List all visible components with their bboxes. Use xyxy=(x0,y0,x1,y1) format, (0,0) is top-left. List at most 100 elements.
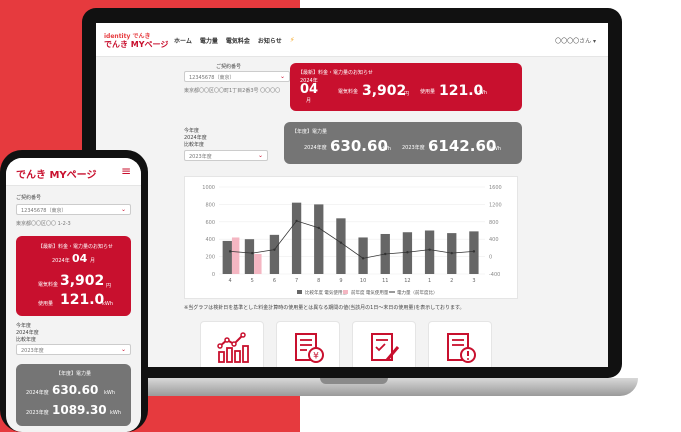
user-menu[interactable]: 〇〇〇〇さん ▾ xyxy=(555,36,596,45)
phone-annual-y1-unit: kWh xyxy=(104,390,116,396)
y2-tick-label: 1600 xyxy=(489,185,502,191)
line-point xyxy=(450,251,453,255)
x-tick-label: 1 xyxy=(428,278,431,284)
phone-fee-value: 3,902 xyxy=(60,273,105,289)
bar-compare-year xyxy=(336,218,346,274)
legend-label: 比較年度 電気使用量 xyxy=(305,289,347,296)
x-tick-label: 4 xyxy=(228,278,231,284)
phone-fee-label: 電気料金 xyxy=(38,282,59,288)
nav-news[interactable]: お知らせ xyxy=(258,36,282,45)
phone-compare-year-select[interactable]: 2023年度 ⌄ xyxy=(16,344,131,355)
contract-label: ご契約番号 xyxy=(216,64,242,70)
phone-header: でんき MYページ ≡ xyxy=(6,158,141,186)
y-tick-label: 800 xyxy=(205,202,215,208)
document-alert-icon xyxy=(447,333,476,363)
phone-fee-unit: 円 xyxy=(106,283,112,289)
line-point xyxy=(472,250,476,253)
usage-chart: 0 200 400 600 800 1000 -400 0 400 800 1200 1600 4 5 6 7… xyxy=(202,185,502,296)
y2-tick-label: 800 xyxy=(489,220,499,226)
laptop-screen: identity でんき でんき MYページ ホーム 電力量 電気料金 お知らせ… xyxy=(96,23,608,367)
y-tick-label: 200 xyxy=(205,255,215,261)
phone-contract-label: ご契約番号 xyxy=(16,195,42,201)
nav-home[interactable]: ホーム xyxy=(174,36,192,45)
bar-prev-year xyxy=(231,237,240,274)
phone-logo[interactable]: でんき MYページ xyxy=(16,166,96,181)
x-tick-label: 11 xyxy=(382,278,388,284)
notice-link[interactable] xyxy=(428,321,492,367)
phone-annual-usage-card: 【年度】電力量 2024年度 630.60 kWh 2023年度 1089.30… xyxy=(16,364,131,426)
y2-tick-label: 0 xyxy=(489,255,492,261)
x-tick-label: 2 xyxy=(450,278,453,284)
x-tick-label: 7 xyxy=(295,278,298,284)
phone-usage-unit: kWh xyxy=(102,301,114,307)
y-tick-label: 400 xyxy=(205,237,215,243)
main-nav: ホーム 電力量 電気料金 お知らせ ⚡ xyxy=(174,36,295,45)
bill-detail-link[interactable]: ¥ xyxy=(276,321,340,367)
contract-number: 12345678（東京） xyxy=(189,75,235,81)
latest-notice-card[interactable]: 【最新】料金・電力量のお知らせ 2024年 04 月 電気料金 3,902 円 … xyxy=(290,63,522,111)
chart-note: ※当グラフは検針日を基準とした料金計算時の使用量とは異なる期間の値(当該月の1日… xyxy=(184,305,465,311)
graph-icon xyxy=(217,332,249,363)
phone-annual-y2-label: 2023年度 xyxy=(26,410,49,416)
contract-edit-link[interactable] xyxy=(352,321,416,367)
svg-text:¥: ¥ xyxy=(313,352,319,362)
annual-y2-value: 6142.60 xyxy=(428,137,497,155)
usage-unit: kWh xyxy=(476,90,488,96)
annual-y1-unit: kWh xyxy=(380,146,392,152)
y-tick-label: 0 xyxy=(212,272,215,278)
bar-compare-year xyxy=(269,234,280,274)
notice-title: 【最新】料金・電力量のお知らせ xyxy=(298,70,373,76)
phone-latest-notice-card[interactable]: 【最新】料金・電力量のお知らせ 2024年 04 月 電気料金 3,902 円 … xyxy=(16,236,131,316)
top-navigation-bar: identity でんき でんき MYページ ホーム 電力量 電気料金 お知らせ… xyxy=(96,23,608,57)
nav-usage[interactable]: 電力量 xyxy=(200,36,218,45)
phone-usage-label: 使用量 xyxy=(38,301,54,307)
line-point xyxy=(406,251,409,254)
y2-tick-label: -400 xyxy=(489,272,500,278)
x-tick-label: 9 xyxy=(339,278,342,284)
line-point xyxy=(251,251,254,255)
fee-unit: 円 xyxy=(404,91,410,97)
legend-swatch xyxy=(343,290,348,294)
bar-compare-year xyxy=(469,231,479,274)
line-point xyxy=(317,226,320,230)
notice-month: 04 xyxy=(300,82,319,97)
fee-label: 電気料金 xyxy=(338,89,359,95)
phone-notice-month-unit: 月 xyxy=(90,258,96,264)
bar-compare-year xyxy=(291,202,302,274)
bar-compare-year xyxy=(424,230,435,274)
compare-year-select[interactable]: 2023年度 ⌄ xyxy=(184,150,268,161)
bolt-icon: ⚡ xyxy=(289,36,295,44)
x-tick-label: 3 xyxy=(472,278,475,284)
contract-select[interactable]: 12345678（東京） ⌄ xyxy=(184,71,290,82)
y-tick-label: 600 xyxy=(205,220,215,226)
line-series xyxy=(230,220,474,259)
phone-annual-y2-value: 1089.30 xyxy=(52,403,107,417)
line-point xyxy=(428,248,431,251)
bar-compare-year xyxy=(244,239,255,274)
annual-y2-label: 2023年度 xyxy=(402,145,425,151)
annual-title: 【年度】電力量 xyxy=(292,129,328,135)
phone-usage-value: 121.0 xyxy=(60,292,105,308)
phone-contract-select[interactable]: 12345678（東京） ⌄ xyxy=(16,204,131,215)
user-name: 〇〇〇〇さん xyxy=(555,38,592,45)
nav-bill[interactable]: 電気料金 xyxy=(226,36,250,45)
notice-month-unit: 月 xyxy=(306,98,312,104)
legend-swatch xyxy=(297,290,302,294)
chevron-down-icon: ⌄ xyxy=(120,206,126,213)
annual-usage-card: 【年度】電力量 2024年度 630.60 kWh 2023年度 6142.60… xyxy=(284,122,522,164)
x-tick-label: 12 xyxy=(404,278,410,284)
document-edit-icon xyxy=(371,333,400,361)
bar-compare-year xyxy=(222,240,232,274)
annual-y1-label: 2024年度 xyxy=(304,145,327,151)
usage-chart-panel: 0 200 400 600 800 1000 -400 0 400 800 1200 1600 4 5 6 7… xyxy=(184,176,518,299)
usage-graph-link[interactable] xyxy=(200,321,264,367)
phone-compare-year-value: 2023年度 xyxy=(21,348,44,354)
legend-label: 電力量（前年度比） xyxy=(397,289,438,296)
hamburger-menu-icon[interactable]: ≡ xyxy=(121,164,131,178)
year-label-compare: 比較年度 xyxy=(184,142,205,148)
laptop-notch xyxy=(320,378,388,384)
chevron-down-icon: ⌄ xyxy=(257,152,263,159)
x-tick-label: 5 xyxy=(251,278,254,284)
fee-value: 3,902 xyxy=(362,83,407,99)
brand-logo[interactable]: identity でんき でんき MYページ xyxy=(104,31,168,51)
